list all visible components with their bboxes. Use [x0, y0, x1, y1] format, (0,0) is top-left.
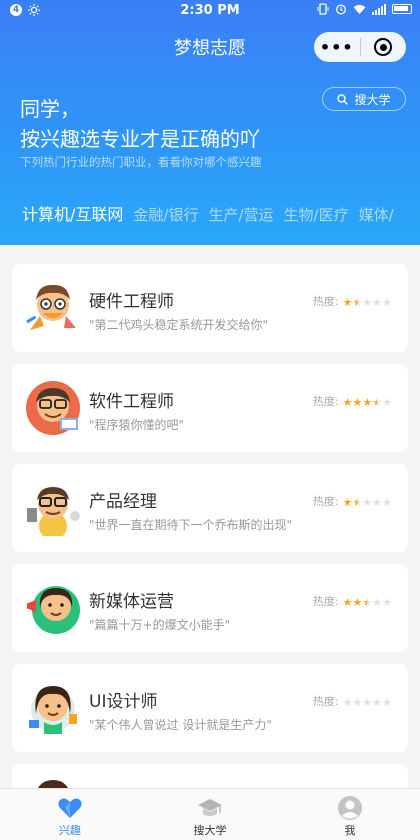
new-media-operator-avatar — [24, 586, 80, 634]
star-icon: ★ — [382, 596, 392, 609]
star-icon: ★ — [352, 296, 363, 309]
star-icon: ★ — [362, 596, 373, 609]
heat-rating: 热度: ★★★★★ — [313, 291, 392, 310]
category-tab[interactable]: 金融/银行 — [133, 204, 198, 225]
job-card[interactable]: 新媒体运营 "篇篇十万+的爆文小能手" 热度: ★★★★★ — [12, 564, 408, 652]
profile-icon — [338, 796, 362, 820]
heat-label: 热度: — [312, 294, 339, 308]
search-label: 搜大学 — [354, 92, 391, 107]
software-engineer-avatar — [26, 381, 80, 435]
hero-header: 4 2:30 PM 梦想志愿 ••• 搜大学 同学， 按兴趣选专业才是正确的吖 … — [0, 0, 420, 245]
target-icon — [374, 38, 393, 56]
tab-search-university[interactable]: 搜大学 — [140, 789, 280, 840]
star-icon: ★ — [342, 596, 353, 609]
tab-label: 兴趣 — [59, 824, 81, 837]
heat-label: 热度: — [312, 694, 339, 708]
heat-rating: 热度: ★★★★★ — [313, 691, 392, 710]
wifi-icon — [353, 4, 366, 14]
star-icon: ★ — [342, 496, 353, 509]
category-tab[interactable]: 生产/营运 — [208, 204, 273, 225]
star-icon: ★ — [382, 396, 392, 409]
greeting-line2: 按兴趣选专业才是正确的吖 — [20, 127, 260, 151]
tab-label: 我 — [344, 824, 356, 837]
star-icon: ★ — [372, 396, 383, 409]
more-menu-icon[interactable]: ••• — [314, 38, 360, 57]
category-tab[interactable]: 计算机/互联网 — [22, 201, 123, 225]
heat-label: 热度: — [312, 394, 339, 408]
star-icon: ★ — [372, 696, 383, 709]
star-icon: ★ — [362, 496, 373, 509]
star-icon: ★ — [342, 696, 353, 709]
star-icon: ★ — [352, 396, 363, 409]
bottom-tab-bar: 兴趣 搜大学 我 — [0, 788, 420, 840]
category-tab[interactable]: 生物/医疗 — [284, 204, 349, 225]
greeting-subtitle: 下列热门行业的热门职业，看看你对哪个感兴趣 — [20, 155, 262, 169]
job-title: 新媒体运营 — [89, 592, 174, 612]
star-icon: ★ — [362, 396, 373, 409]
star-icon: ★ — [342, 396, 353, 409]
heat-rating: 热度: ★★★★★ — [313, 591, 392, 610]
star-icon: ★ — [352, 696, 363, 709]
job-card[interactable]: UI设计师 "某个伟人曾说过 设计就是生产力" 热度: ★★★★★ — [12, 664, 408, 752]
job-description: "程序猿你懂的吧" — [89, 418, 185, 432]
product-manager-avatar — [27, 487, 80, 536]
tab-label: 搜大学 — [193, 824, 227, 837]
heat-rating: 热度: ★★★★★ — [313, 491, 392, 510]
job-card[interactable]: 产品经理 "世界一直在期待下一个乔布斯的出现" 热度: ★★★★★ — [12, 464, 408, 552]
greeting-line1: 同学， — [20, 97, 80, 121]
job-description: "某个伟人曾说过 设计就是生产力" — [89, 718, 272, 732]
job-title: 产品经理 — [89, 492, 157, 512]
star-icon: ★ — [352, 496, 363, 509]
star-icon: ★ — [342, 296, 353, 309]
star-icon: ★ — [362, 696, 373, 709]
job-title: UI设计师 — [89, 692, 158, 712]
category-tabs: 计算机/互联网 金融/银行 生产/营运 生物/医疗 媒体/ — [22, 201, 420, 225]
hardware-engineer-avatar — [26, 284, 76, 330]
heat-label: 热度: — [312, 594, 339, 608]
battery-icon — [392, 4, 412, 14]
ui-designer-avatar — [29, 686, 77, 734]
star-icon: ★ — [382, 296, 392, 309]
job-title: 软件工程师 — [89, 392, 174, 412]
signal-icon — [372, 3, 386, 15]
job-card[interactable]: 硬件工程师 "第二代鸡头稳定系统开发交给你" 热度: ★★★★★ — [12, 264, 408, 352]
star-icon: ★ — [372, 496, 383, 509]
alarm-icon — [336, 4, 346, 15]
job-description: "第二代鸡头稳定系统开发交给你" — [89, 318, 269, 332]
status-bar: 4 2:30 PM — [0, 0, 420, 22]
job-card[interactable]: 软件工程师 "程序猿你懂的吧" 热度: ★★★★★ — [12, 364, 408, 452]
star-icon: ★ — [372, 296, 383, 309]
job-description: "篇篇十万+的爆文小能手" — [89, 618, 231, 632]
heat-label: 热度: — [312, 494, 339, 508]
job-description: "世界一直在期待下一个乔布斯的出现" — [89, 518, 293, 532]
star-icon: ★ — [352, 596, 363, 609]
heart-icon — [58, 798, 82, 818]
job-title: 硬件工程师 — [89, 292, 174, 312]
search-university-button[interactable]: 搜大学 — [322, 87, 406, 111]
star-icon: ★ — [382, 696, 392, 709]
tab-interest[interactable]: 兴趣 — [0, 789, 140, 840]
tab-me[interactable]: 我 — [280, 789, 420, 840]
graduation-cap-icon — [198, 799, 222, 816]
vibrate-icon — [317, 3, 329, 15]
category-tab[interactable]: 媒体/ — [359, 204, 394, 225]
search-icon — [337, 93, 349, 105]
close-miniprogram-button[interactable] — [361, 38, 407, 56]
heat-rating: 热度: ★★★★★ — [313, 391, 392, 410]
star-icon: ★ — [382, 496, 392, 509]
miniprogram-capsule: ••• — [314, 32, 406, 62]
star-icon: ★ — [362, 296, 373, 309]
star-icon: ★ — [372, 596, 383, 609]
